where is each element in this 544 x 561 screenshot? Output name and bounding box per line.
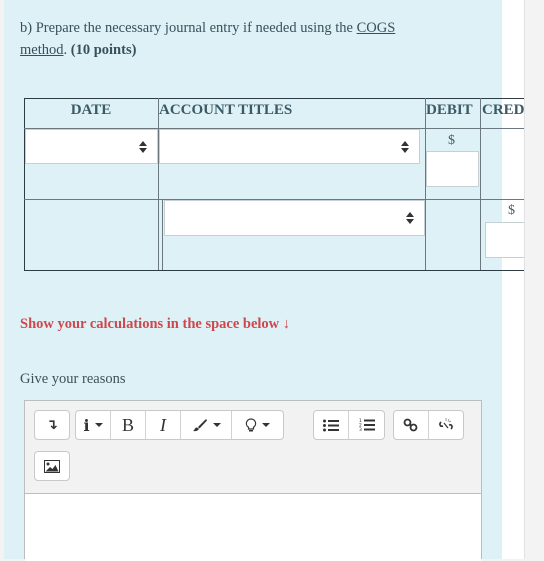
background-color-icon[interactable] bbox=[232, 411, 283, 439]
question-points: (10 points) bbox=[70, 42, 137, 58]
italic-icon[interactable]: I bbox=[146, 411, 181, 439]
question-suffix: . bbox=[63, 42, 68, 58]
col-divider bbox=[158, 98, 159, 270]
lightbulb-icon bbox=[245, 417, 257, 431]
rich-text-editor: ↴ i B I 123 bbox=[24, 400, 482, 561]
dropdown-caret-icon bbox=[212, 423, 221, 427]
svg-text:3: 3 bbox=[359, 427, 362, 432]
paragraph-style-icon[interactable]: i bbox=[76, 411, 111, 439]
ordered-list-icon[interactable]: 123 bbox=[349, 411, 384, 439]
account-select-row-1[interactable] bbox=[159, 129, 420, 164]
bold-icon[interactable]: B bbox=[111, 411, 146, 439]
journal-entry-table: DATE ACCOUNT TITLES DEBIT CREDIT $ $ bbox=[24, 98, 524, 271]
select-arrows-icon bbox=[139, 140, 147, 153]
header-credit: CREDIT bbox=[482, 102, 524, 118]
chain-link-icon bbox=[403, 418, 418, 432]
account-select-row-2[interactable] bbox=[164, 200, 425, 236]
reasons-label: Give your reasons bbox=[20, 371, 126, 387]
date-select-row-1[interactable] bbox=[25, 129, 158, 164]
link-icon[interactable] bbox=[394, 411, 429, 439]
image-icon[interactable] bbox=[35, 452, 69, 480]
numbered-list-icon: 123 bbox=[359, 418, 375, 432]
select-arrows-icon bbox=[401, 140, 409, 153]
unlink-icon[interactable] bbox=[429, 411, 463, 439]
question-text: b) Prepare the necessary journal entry i… bbox=[20, 17, 460, 61]
dropdown-caret-icon bbox=[94, 423, 103, 427]
bullet-list-icon bbox=[323, 419, 339, 431]
cogs-term: COGS bbox=[356, 20, 396, 36]
debit-currency-row-1: $ bbox=[448, 133, 455, 148]
toolbar-group-expand: ↴ bbox=[34, 410, 70, 440]
method-term: method bbox=[20, 42, 64, 58]
header-account-titles: ACCOUNT TITLES bbox=[159, 102, 293, 118]
unordered-list-icon[interactable] bbox=[314, 411, 349, 439]
picture-icon bbox=[44, 459, 60, 473]
text-color-icon[interactable] bbox=[181, 411, 232, 439]
show-more-icon[interactable]: ↴ bbox=[35, 411, 69, 439]
question-prefix: b) Prepare the necessary journal entry i… bbox=[20, 20, 357, 36]
col-divider bbox=[480, 98, 481, 270]
toolbar-group-style: i B I bbox=[75, 410, 284, 440]
credit-input-row-2[interactable] bbox=[485, 222, 524, 258]
calculations-note: Show your calculations in the space belo… bbox=[20, 316, 291, 332]
select-arrows-icon bbox=[406, 212, 414, 224]
toolbar-group-lists: 123 bbox=[313, 410, 385, 440]
toolbar-group-media bbox=[34, 451, 70, 481]
broken-link-icon bbox=[439, 417, 453, 430]
editor-text-area[interactable] bbox=[25, 493, 481, 561]
brush-icon bbox=[192, 419, 207, 432]
right-gutter bbox=[524, 0, 544, 559]
header-date: DATE bbox=[70, 102, 112, 118]
toolbar-group-links bbox=[393, 410, 464, 440]
dropdown-caret-icon bbox=[262, 423, 270, 427]
col-divider bbox=[162, 200, 163, 270]
header-debit: DEBIT bbox=[426, 102, 473, 118]
credit-currency-row-2: $ bbox=[508, 203, 515, 218]
debit-input-row-1[interactable] bbox=[426, 151, 479, 187]
page-margin bbox=[502, 0, 524, 559]
